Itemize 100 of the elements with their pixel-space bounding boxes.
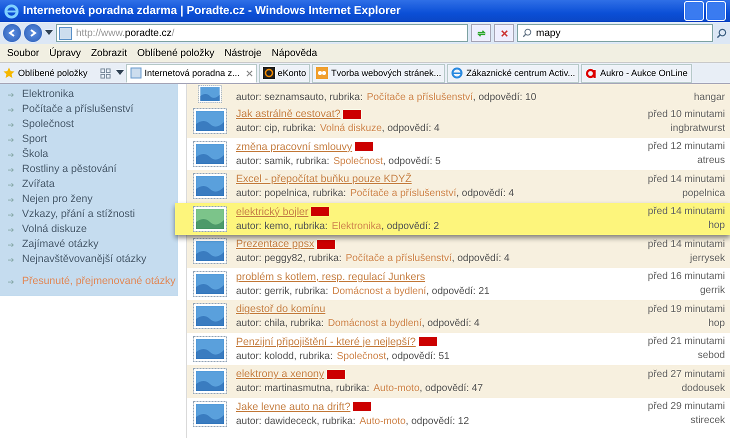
author-text: autor: chila, rubrika: bbox=[236, 318, 324, 330]
category-link[interactable]: Auto-moto bbox=[360, 416, 406, 427]
username-text: atreus bbox=[697, 155, 725, 166]
browser-tab[interactable]: Internetová poradna z... bbox=[126, 64, 257, 82]
window-title: Internetová poradna zdarma | Poradte.cz - Windows Internet Explorer bbox=[23, 5, 402, 17]
question-link[interactable]: Excel - přepočítat buňku pouze KDYŽ bbox=[236, 173, 412, 186]
answer-count: , odpovědí: 51 bbox=[386, 350, 450, 362]
category-link[interactable]: Počítače a příslušenství bbox=[346, 253, 452, 264]
arrow-icon bbox=[8, 278, 15, 284]
answer-count: , odpovědí: 10 bbox=[472, 92, 536, 103]
menu-item[interactable]: Zobrazit bbox=[90, 48, 128, 58]
category-link[interactable]: Elektronika bbox=[8, 87, 178, 102]
search-icon[interactable] bbox=[716, 28, 727, 38]
answer-count: , odpovědí: 4 bbox=[422, 318, 480, 330]
question-link[interactable]: digestoř do komínu bbox=[236, 303, 326, 316]
arrow-icon bbox=[8, 182, 15, 188]
category-link[interactable]: Auto-moto bbox=[373, 383, 420, 394]
category-link[interactable]: Volná diskuze bbox=[8, 222, 178, 237]
question-link[interactable]: Penzijní připojištění - které je nejlepší? bbox=[236, 336, 416, 348]
question-link[interactable]: Jak astrálně cestovat? bbox=[236, 108, 340, 120]
back-button[interactable] bbox=[3, 24, 21, 42]
stop-icon bbox=[498, 28, 510, 38]
question-link[interactable]: elektrický bojler bbox=[236, 206, 308, 218]
browser-tab[interactable]: Tvorba webových stránek... bbox=[312, 64, 446, 82]
close-icon[interactable] bbox=[246, 70, 253, 76]
arrow-icon bbox=[8, 122, 15, 128]
category-link[interactable]: Zvířata bbox=[8, 177, 178, 192]
refresh-button[interactable] bbox=[471, 24, 491, 42]
category-link[interactable]: Nejnavštěvovanější otázky bbox=[8, 252, 178, 267]
category-link[interactable]: Rostliny a pěstování bbox=[8, 162, 178, 177]
category-link[interactable]: Volná diskuze bbox=[320, 123, 382, 134]
category-link[interactable]: Škola bbox=[8, 147, 178, 162]
question-link[interactable]: Jake levne auto na drift? bbox=[236, 400, 350, 413]
category-link[interactable]: Počítače a příslušenství bbox=[366, 92, 473, 103]
stamp-icon bbox=[193, 238, 227, 264]
time-text: před 14 minutami bbox=[648, 174, 725, 185]
minimize-button[interactable] bbox=[684, 1, 704, 21]
category-link[interactable]: Elektronika bbox=[332, 220, 382, 232]
tab-list-icon[interactable] bbox=[116, 70, 124, 76]
menu-item[interactable]: Soubor bbox=[7, 48, 40, 58]
category-link[interactable]: Společnost bbox=[336, 350, 386, 362]
category-link[interactable]: Nejen pro ženy bbox=[8, 192, 178, 207]
answer-count: , odpovědí: 5 bbox=[382, 156, 441, 167]
username-text: popelnica bbox=[682, 188, 725, 199]
arrow-icon bbox=[8, 166, 15, 172]
address-field[interactable]: http://www.poradte.cz/ bbox=[56, 24, 468, 42]
time-text: před 21 minutami bbox=[648, 336, 725, 348]
menu-item[interactable]: Nápověda bbox=[272, 48, 318, 58]
username-text: hop bbox=[708, 318, 725, 329]
author-text: autor: samik, rubrika: bbox=[236, 156, 330, 167]
category-link[interactable]: Počítače a příslušenství bbox=[8, 102, 178, 117]
arrow-icon bbox=[8, 196, 15, 202]
stamp-icon bbox=[193, 368, 227, 394]
question-link[interactable]: Prezentace ppsx bbox=[236, 238, 314, 250]
category-link[interactable]: Počítače a příslušenství bbox=[350, 188, 456, 200]
time-text: před 10 minutami bbox=[648, 108, 725, 120]
browser-tab[interactable]: eKonto bbox=[258, 64, 310, 82]
category-link[interactable]: Zajímavé otázky bbox=[8, 237, 178, 252]
stamp-icon bbox=[193, 400, 227, 427]
username-text: dodousek bbox=[682, 382, 725, 394]
arrow-icon bbox=[8, 92, 15, 98]
question-link[interactable]: elektrony a xenony bbox=[236, 368, 324, 380]
answer-count: , odpovědí: 21 bbox=[426, 286, 490, 297]
favorites-button[interactable]: Oblíbené položky bbox=[3, 67, 88, 79]
category-link[interactable]: Společnost bbox=[333, 156, 383, 167]
category-link[interactable]: Vzkazy, přání a stížnosti bbox=[8, 207, 178, 222]
question-link[interactable]: problém s kotlem, resp. regulací Junkers bbox=[236, 270, 426, 283]
category-link[interactable]: Společnost bbox=[8, 117, 178, 132]
username-text: hop bbox=[708, 220, 725, 232]
arrow-icon bbox=[8, 212, 15, 218]
forward-button[interactable] bbox=[24, 24, 42, 42]
grid-icon bbox=[100, 68, 112, 78]
author-text: autor: dawidececk, rubrika: bbox=[236, 416, 356, 427]
time-text: před 14 minutami bbox=[648, 238, 725, 250]
author-text: autor: gerrik, rubrika: bbox=[236, 286, 328, 297]
menu-item[interactable]: Oblíbené položky bbox=[137, 48, 214, 58]
author-text: autor: peggy82, rubrika: bbox=[236, 253, 342, 264]
question-link[interactable]: změna pracovní smlouvy bbox=[236, 140, 352, 153]
browser-tab[interactable]: Zákaznické centrum Activ... bbox=[447, 64, 580, 82]
browser-logo-icon bbox=[4, 4, 19, 18]
category-link[interactable]: Domácnost a bydlení bbox=[332, 286, 426, 297]
author-text: autor: kemo, rubrika: bbox=[236, 220, 328, 232]
username-text: gerrik bbox=[700, 285, 725, 296]
answer-count: , odpovědí: 47 bbox=[420, 383, 483, 394]
time-text: před 27 minutami bbox=[648, 368, 725, 380]
search-field[interactable]: mapy bbox=[517, 24, 713, 42]
time-text: před 29 minutami bbox=[648, 401, 725, 412]
time-text: před 12 minutami bbox=[648, 141, 725, 152]
time-text: před 14 minutami bbox=[648, 206, 725, 218]
username-text: jerrysek bbox=[690, 252, 725, 264]
dropdown-icon[interactable] bbox=[45, 30, 53, 36]
stop-button[interactable] bbox=[494, 24, 514, 42]
menu-item[interactable]: Nástroje bbox=[224, 48, 262, 58]
category-link[interactable]: Domácnost a bydlení bbox=[328, 318, 422, 330]
menu-item[interactable]: Úpravy bbox=[49, 48, 81, 58]
maximize-button[interactable] bbox=[706, 1, 726, 21]
category-link[interactable]: Sport bbox=[8, 132, 178, 147]
site-icon bbox=[316, 67, 328, 79]
browser-tab[interactable]: Aukro - Aukce OnLine bbox=[581, 64, 692, 82]
arrow-icon bbox=[8, 136, 15, 142]
